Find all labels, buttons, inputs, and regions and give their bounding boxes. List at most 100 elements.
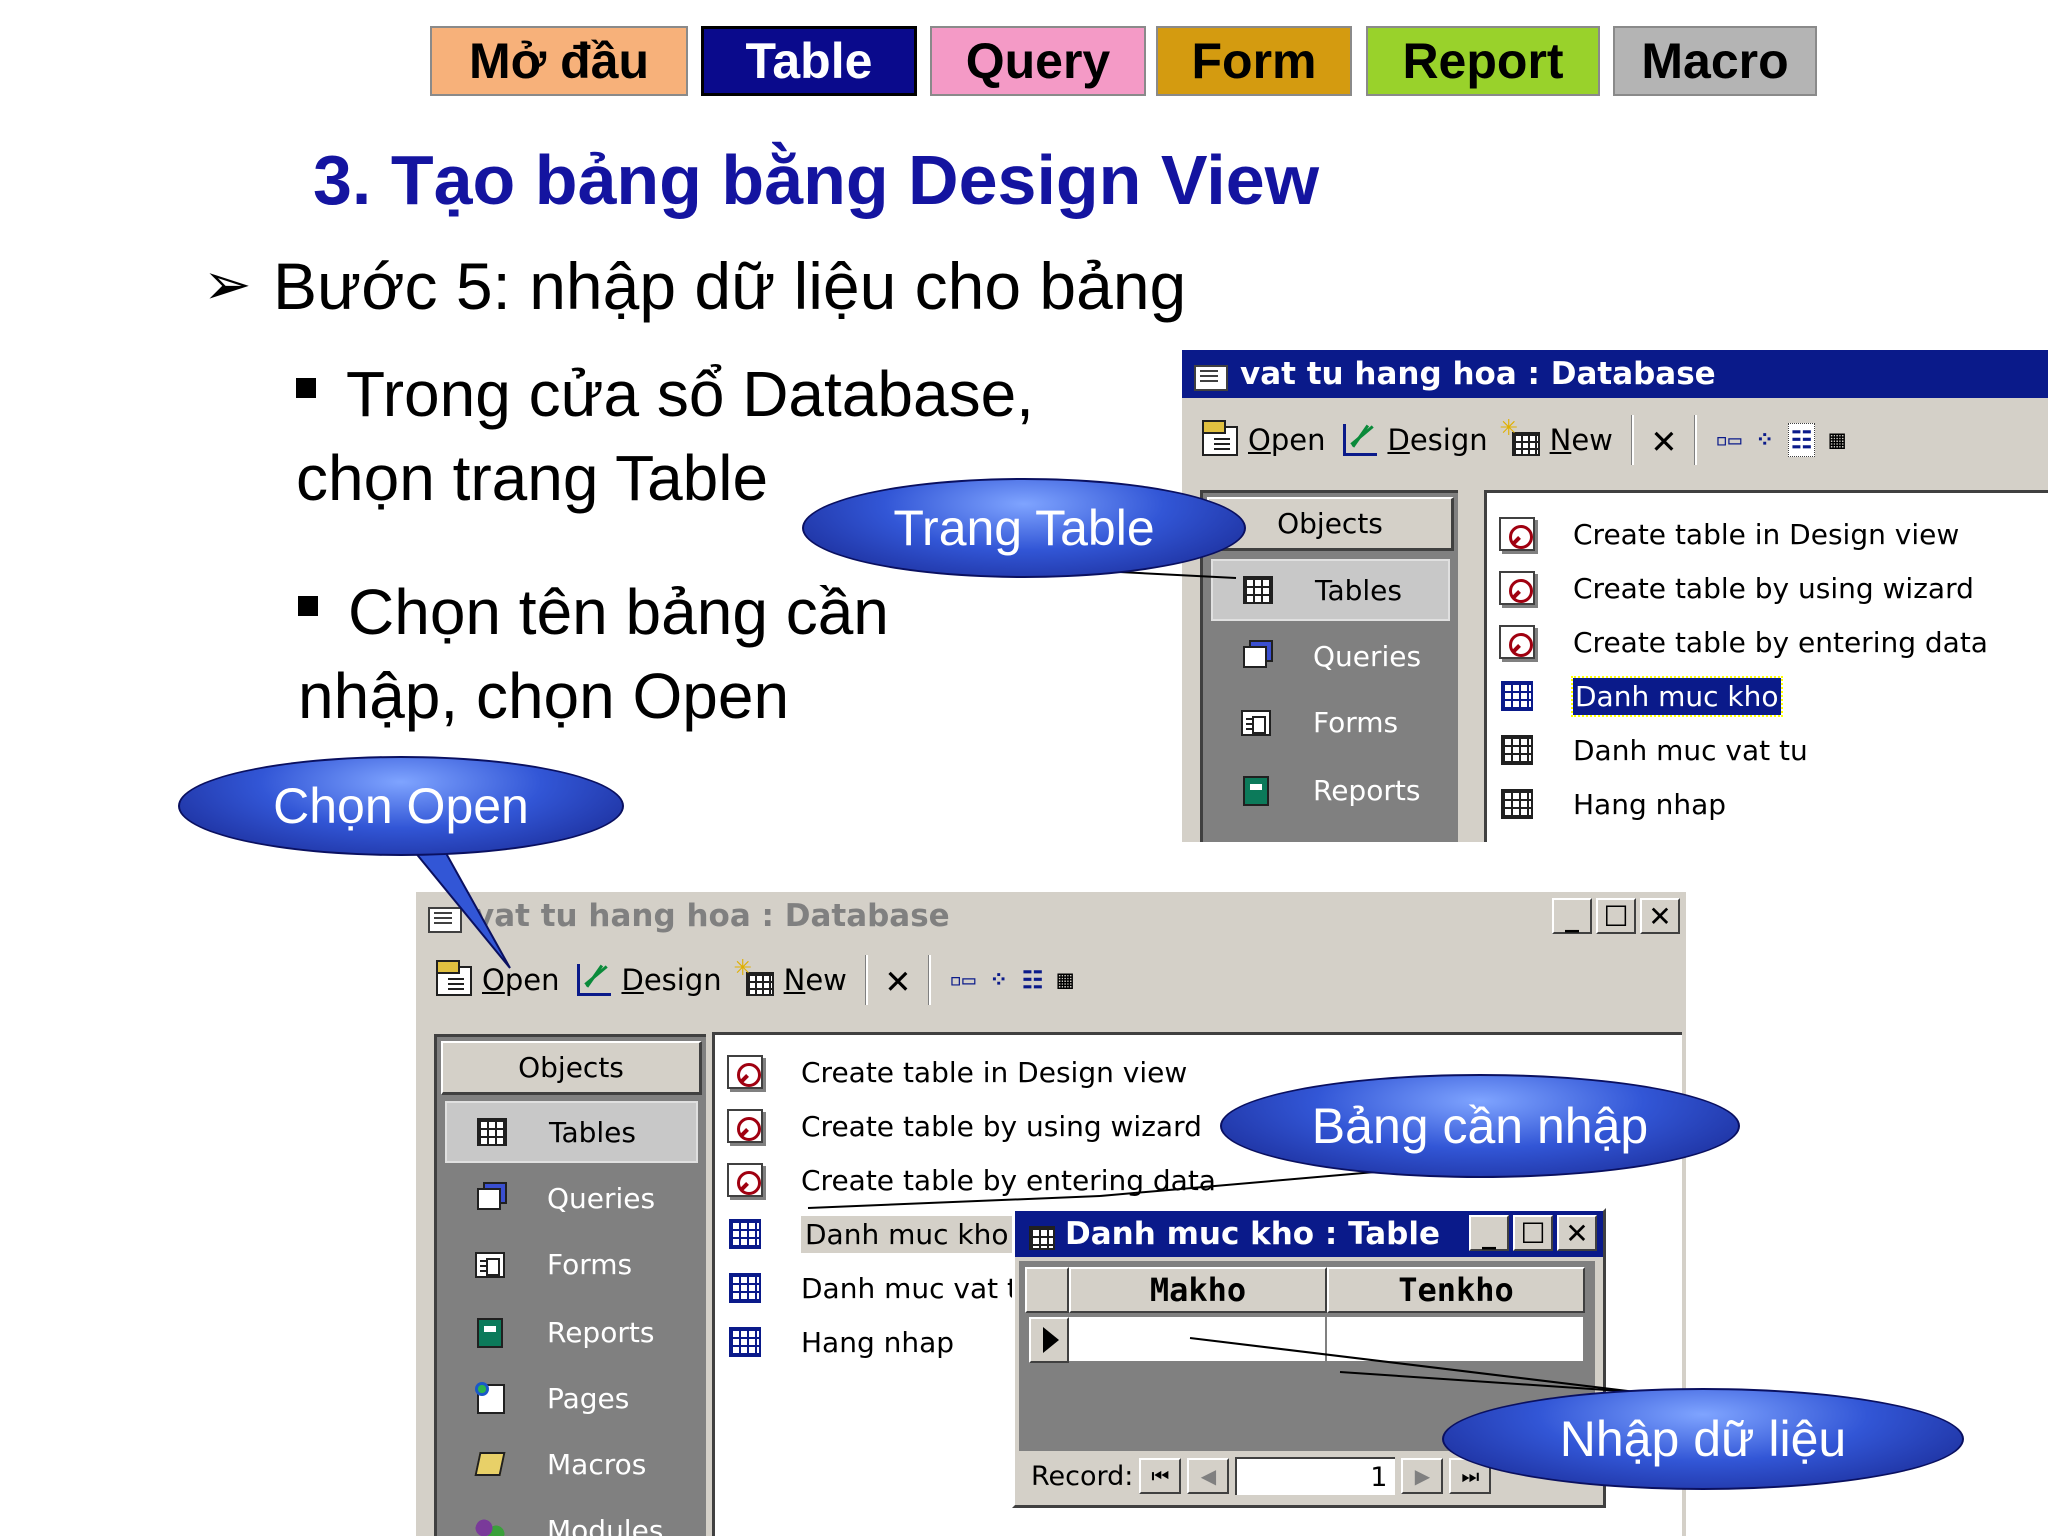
column-header-makho[interactable]: Makho (1069, 1267, 1327, 1313)
delete-x-icon[interactable]: ✕ (1652, 417, 1676, 463)
first-record-button[interactable]: ⏮ (1139, 1458, 1182, 1494)
design-button[interactable]: Design (573, 960, 722, 1000)
list-item-hang-nhap[interactable]: Hang nhap (1497, 779, 1726, 829)
window-title: vat tu hang hoa : Database (1240, 356, 1716, 392)
objects-item-queries[interactable]: Queries (445, 1167, 698, 1229)
nav-button-query[interactable]: Query (930, 26, 1146, 96)
large-icons-icon[interactable]: ▫▭ (1715, 428, 1742, 453)
objects-item-label: Reports (1313, 773, 1421, 807)
large-icons-icon[interactable]: ▫▭ (949, 968, 976, 993)
list-item-danh-muc-kho[interactable]: Danh muc kho (1497, 671, 1783, 721)
list-item-danh-muc-kho[interactable]: Danh muc kho (725, 1209, 1013, 1259)
objects-item-label: Queries (1313, 639, 1422, 673)
list-item-label: Create table by using wizard (1573, 571, 1974, 605)
close-button[interactable]: ✕ (1640, 898, 1680, 934)
minimize-button[interactable]: _ (1552, 898, 1592, 934)
list-item-label: Create table by entering data (801, 1163, 1216, 1197)
nav-button-report[interactable]: Report (1366, 26, 1600, 96)
close-button[interactable]: ✕ (1557, 1215, 1597, 1251)
previous-record-icon: ◀ (1200, 1464, 1217, 1488)
details-view-icon[interactable]: ▦ (1057, 965, 1073, 995)
objects-item-forms[interactable]: Forms (1211, 691, 1450, 753)
objects-header[interactable]: Objects (441, 1041, 702, 1095)
list-item-create-design[interactable]: Create table in Design view (725, 1047, 1187, 1097)
bullet-1-line-2: chọn trang Table (296, 442, 769, 514)
nav-button-macro[interactable]: Macro (1613, 26, 1817, 96)
delete-x-icon[interactable]: ✕ (886, 957, 910, 1003)
table-icon (1497, 785, 1537, 823)
database-window-top: vat tu hang hoa : Database Open Design N… (1182, 350, 2048, 842)
table-icon (1239, 572, 1277, 608)
list-item-create-entering[interactable]: Create table by entering data (725, 1155, 1216, 1205)
small-icons-icon[interactable]: ⁘ (1755, 428, 1773, 453)
objects-item-tables[interactable]: Tables (445, 1101, 698, 1163)
minimize-icon: _ (1482, 1216, 1496, 1250)
cell-tenkho[interactable] (1327, 1317, 1585, 1363)
list-item-label: Danh muc kho (801, 1215, 1013, 1253)
database-window-titlebar[interactable]: vat tu hang hoa : Database _ ☐ ✕ (416, 892, 1686, 940)
maximize-button[interactable]: ☐ (1596, 898, 1636, 934)
list-item-label: Danh muc kho (1571, 675, 1783, 717)
form-icon (471, 1246, 509, 1282)
list-item-label: Create table by using wizard (801, 1109, 1202, 1143)
list-view-icon[interactable]: ☷ (1022, 966, 1044, 994)
square-bullet-icon (296, 378, 316, 398)
list-item-create-design[interactable]: Create table in Design view (1497, 509, 1959, 559)
bullet-2-line-2: nhập, chọn Open (298, 660, 790, 732)
record-number-input[interactable]: 1 (1235, 1457, 1396, 1495)
query-icon (471, 1180, 509, 1216)
design-button[interactable]: Design (1339, 420, 1488, 460)
next-record-icon: ▶ (1414, 1464, 1431, 1488)
new-button[interactable]: New (1500, 416, 1613, 460)
database-icon (1192, 359, 1228, 391)
nav-button-form[interactable]: Form (1156, 26, 1352, 96)
slide-title: 3. Tạo bảng bằng Design View (313, 141, 1320, 219)
list-item-label: Create table in Design view (1573, 517, 1960, 551)
database-window-titlebar[interactable]: vat tu hang hoa : Database (1182, 350, 2048, 398)
objects-item-forms[interactable]: Forms (445, 1233, 698, 1295)
database-icon (426, 901, 462, 933)
window-title: vat tu hang hoa : Database (474, 898, 950, 934)
current-record-indicator-icon[interactable] (1029, 1317, 1069, 1363)
open-button[interactable]: Open (1200, 420, 1325, 460)
wizard-icon (1497, 515, 1537, 553)
open-button[interactable]: Open (434, 960, 559, 1000)
wizard-icon (1497, 623, 1537, 661)
page-icon (471, 1380, 509, 1416)
cell-makho[interactable] (1069, 1317, 1327, 1363)
bullet-2-line-1: Chọn tên bảng cần (348, 576, 889, 648)
objects-item-tables[interactable]: Tables (1211, 559, 1450, 621)
small-icons-icon[interactable]: ⁘ (989, 968, 1007, 993)
objects-item-reports[interactable]: Reports (1211, 759, 1450, 821)
table-window-titlebar[interactable]: Danh muc kho : Table _ ☐ ✕ (1015, 1211, 1603, 1257)
next-record-button[interactable]: ▶ (1401, 1458, 1444, 1494)
objects-item-queries[interactable]: Queries (1211, 625, 1450, 687)
minimize-button[interactable]: _ (1469, 1215, 1509, 1251)
list-item-create-wizard[interactable]: Create table by using wizard (1497, 563, 1974, 613)
list-view-icon[interactable]: ☷ (1787, 423, 1816, 457)
list-item-hang-nhap[interactable]: Hang nhap (725, 1317, 954, 1367)
list-item-label: Create table by entering data (1573, 625, 1988, 659)
objects-item-macros[interactable]: Macros (445, 1433, 698, 1495)
details-view-icon[interactable]: ▦ (1829, 425, 1845, 455)
new-button[interactable]: New (734, 956, 847, 1000)
minimize-icon: _ (1565, 899, 1579, 933)
nav-button-table[interactable]: Table (701, 26, 917, 96)
table-icon (725, 1323, 765, 1361)
toolbar-separator (1693, 415, 1697, 465)
list-item-danh-muc-vat-tu[interactable]: Danh muc vat tu (1497, 725, 1808, 775)
nav-button-mo-dau[interactable]: Mở đầu (430, 26, 688, 96)
wizard-icon (725, 1161, 765, 1199)
objects-item-pages[interactable]: Pages (445, 1367, 698, 1429)
objects-item-reports[interactable]: Reports (445, 1301, 698, 1363)
list-item-create-entering[interactable]: Create table by entering data (1497, 617, 1988, 667)
previous-record-button[interactable]: ◀ (1187, 1458, 1230, 1494)
record-number-value: 1 (1370, 1461, 1388, 1493)
toolbar-separator (864, 955, 868, 1005)
objects-item-modules[interactable]: Modules (445, 1499, 698, 1536)
list-item-create-wizard[interactable]: Create table by using wizard (725, 1101, 1202, 1151)
maximize-button[interactable]: ☐ (1513, 1215, 1553, 1251)
column-header-tenkho[interactable]: Tenkho (1327, 1267, 1585, 1313)
list-item-danh-muc-vat-tu[interactable]: Danh muc vat tu (725, 1263, 1036, 1313)
design-label: Design (621, 963, 722, 997)
